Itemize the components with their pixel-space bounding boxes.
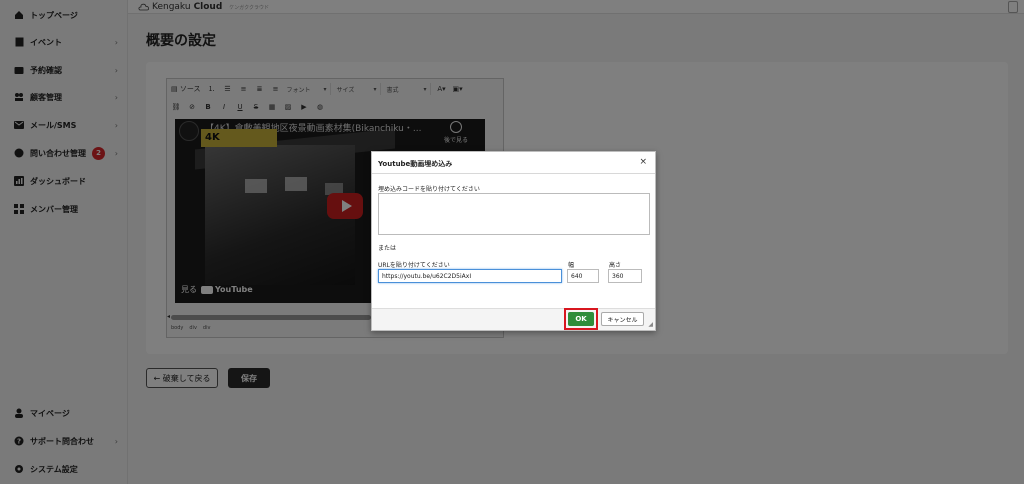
ok-button[interactable]: OK (568, 312, 594, 326)
or-label: または (378, 245, 397, 252)
width-input[interactable] (567, 269, 599, 283)
url-input[interactable] (378, 269, 562, 283)
dialog-title: Youtube動画埋め込み (378, 160, 453, 168)
ok-highlight: OK (564, 308, 598, 330)
height-label: 高さ (609, 262, 622, 269)
embed-code-label: 埋め込みコードを貼り付けてください (378, 186, 480, 193)
width-label: 幅 (568, 262, 575, 269)
cancel-button[interactable]: キャンセル (601, 312, 644, 326)
close-icon[interactable]: × (639, 157, 647, 167)
url-label: URLを貼り付けてください (378, 262, 450, 269)
embed-code-textarea[interactable] (378, 193, 650, 235)
height-input[interactable] (608, 269, 642, 283)
resize-handle-icon[interactable]: ◢ (648, 321, 653, 328)
dialog-header: Youtube動画埋め込み × (372, 152, 655, 174)
youtube-embed-dialog: Youtube動画埋め込み × 埋め込みコードを貼り付けてください または UR… (371, 151, 656, 331)
